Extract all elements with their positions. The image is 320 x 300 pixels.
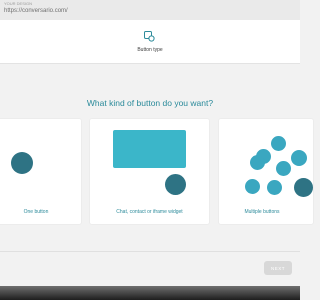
address-bar[interactable]: https://conversario.com/ <box>4 7 204 16</box>
button-preview-icon <box>11 152 33 174</box>
browser-caption: YOUR DESIGN <box>4 1 33 6</box>
bubble-icon <box>245 179 260 194</box>
bubble-icon <box>291 150 307 166</box>
footer-divider <box>0 251 300 252</box>
option-label: One button <box>23 209 49 215</box>
option-multiple-buttons[interactable]: Multiple buttons <box>218 118 314 225</box>
bubble-icon <box>271 136 286 151</box>
widget-preview-icon <box>113 130 186 168</box>
step-label: Button type <box>137 47 163 53</box>
launcher-button-icon <box>165 174 186 195</box>
wizard-header: Button type <box>0 20 300 64</box>
bubble-icon <box>267 180 282 195</box>
browser-bar: YOUR DESIGN https://conversario.com/ <box>0 0 300 20</box>
button-type-icon <box>144 31 155 42</box>
bubble-icon <box>250 155 265 170</box>
option-label: Multiple buttons <box>244 209 280 215</box>
option-one-button[interactable]: One button <box>0 118 82 225</box>
bubble-icon <box>276 161 291 176</box>
bubble-icon-dark <box>294 178 313 197</box>
option-chat-widget[interactable]: Chat, contact or iframe widget <box>89 118 210 225</box>
page-title: What kind of button do you want? <box>86 98 214 108</box>
window-bottom-edge <box>0 286 300 300</box>
next-button[interactable]: NEXT <box>264 261 292 275</box>
option-label: Chat, contact or iframe widget <box>116 209 183 215</box>
